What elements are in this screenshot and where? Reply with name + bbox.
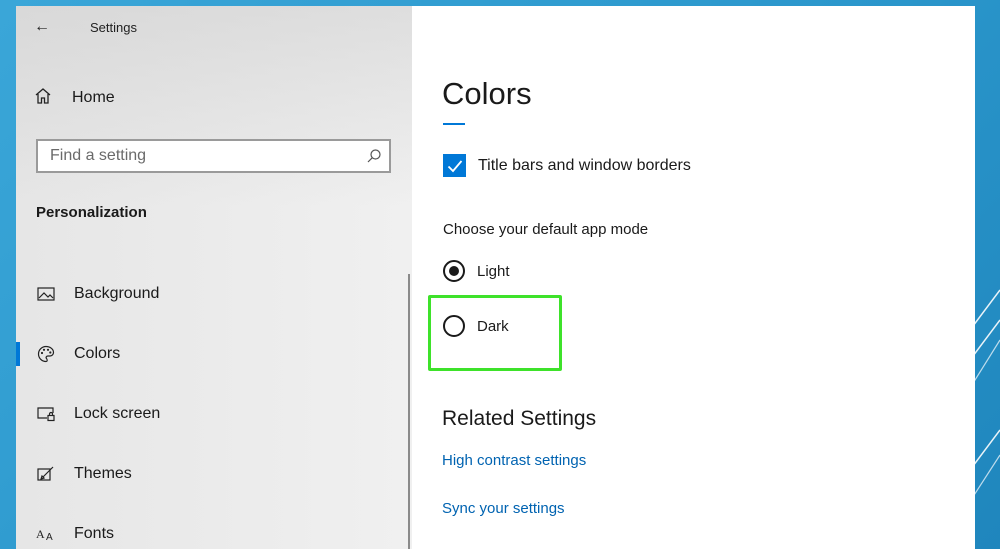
radio-light[interactable] (443, 260, 465, 282)
related-settings-heading: Related Settings (442, 407, 597, 430)
svg-text:A: A (46, 532, 53, 542)
radio-light-label: Light (477, 262, 510, 280)
sidebar-item-label: Background (74, 285, 160, 302)
sidebar-item-lock-screen[interactable]: Lock screen (16, 384, 406, 444)
sidebar-item-themes[interactable]: Themes (16, 444, 406, 504)
title-bar: ← Settings (34, 16, 137, 38)
page-title: Colors (442, 76, 532, 111)
sidebar-scrollbar[interactable] (408, 274, 410, 549)
nav-home-label: Home (72, 89, 115, 106)
sidebar-item-background[interactable]: Background (16, 264, 406, 324)
title-bars-checkbox[interactable] (443, 154, 466, 177)
app-title: Settings (90, 19, 137, 35)
search-icon[interactable] (359, 141, 389, 171)
sidebar: ← Settings Home Personalization Backgrou… (16, 6, 412, 549)
nav-home[interactable]: Home (34, 86, 115, 110)
title-bars-checkbox-label: Title bars and window borders (478, 156, 691, 174)
background-icon (36, 284, 56, 304)
lock-screen-icon (36, 404, 56, 424)
section-title: Personalization (36, 204, 147, 221)
settings-window: ← Settings Home Personalization Backgrou… (16, 6, 975, 549)
themes-icon (36, 464, 56, 484)
sidebar-item-label: Colors (74, 345, 121, 362)
title-underline (443, 123, 465, 125)
app-mode-heading: Choose your default app mode (443, 221, 649, 238)
back-arrow-icon[interactable]: ← (34, 18, 56, 36)
sidebar-item-colors[interactable]: Colors (16, 324, 406, 384)
search-box (36, 139, 391, 173)
fonts-icon: AA (36, 524, 56, 544)
highlight-annotation-box (428, 295, 562, 371)
search-input[interactable] (50, 147, 359, 165)
high-contrast-settings-link[interactable]: High contrast settings (442, 452, 586, 469)
home-icon (34, 87, 52, 110)
sidebar-item-label: Fonts (74, 525, 115, 542)
sidebar-item-label: Lock screen (74, 405, 161, 422)
palette-icon (36, 344, 56, 364)
checkmark-icon (447, 159, 462, 172)
main-content: Colors Title bars and window borders Cho… (412, 6, 975, 549)
sidebar-item-label: Themes (74, 465, 132, 482)
radio-light-row[interactable]: Light (443, 260, 510, 282)
nav-list: Background Colors Lock screen Themes A A… (16, 264, 406, 549)
title-bars-checkbox-row[interactable]: Title bars and window borders (443, 154, 691, 177)
sync-your-settings-link[interactable]: Sync your settings (442, 500, 565, 517)
svg-text:A: A (36, 527, 45, 541)
sidebar-item-fonts[interactable]: AA Fonts (16, 504, 406, 549)
